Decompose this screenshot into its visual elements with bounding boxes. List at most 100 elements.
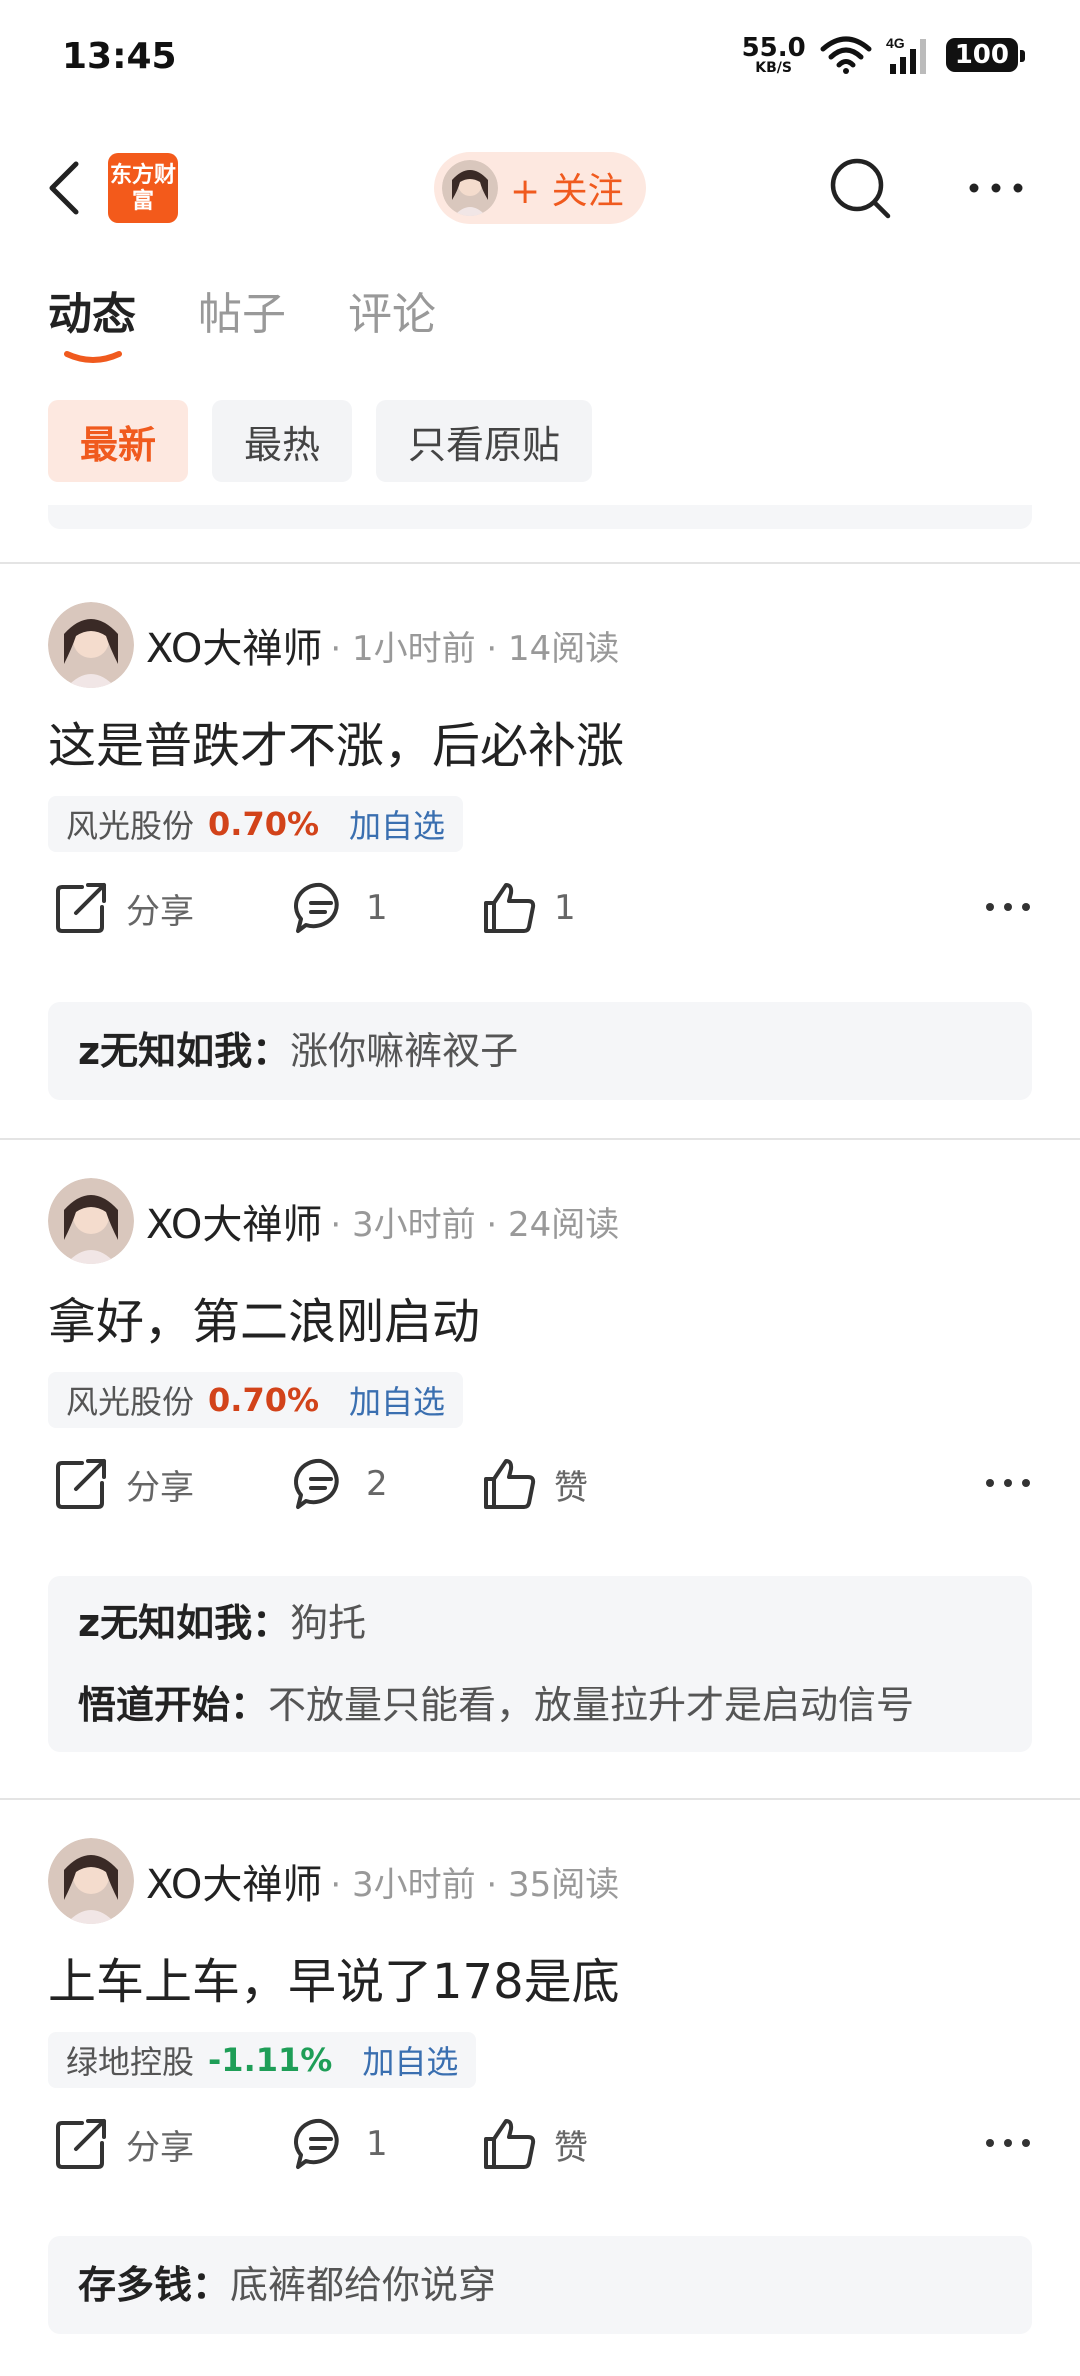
logo-text: 东方财富	[109, 163, 176, 214]
post-meta: · 3小时前 · 35阅读	[330, 1864, 620, 1905]
like-button[interactable]: 赞	[480, 1444, 588, 1524]
profile-tabs: 动态 帖子 评论	[48, 278, 436, 363]
post-header: XO大禅师 · 1小时前 · 14阅读	[48, 602, 619, 688]
stock-name: 风光股份	[66, 1383, 195, 1421]
status-time: 13:45	[62, 36, 177, 77]
post-card[interactable]: XO大禅师 · 3小时前 · 35阅读 上车上车，早说了178是底 绿地控股 -…	[0, 1800, 1080, 2376]
search-icon[interactable]	[828, 156, 894, 222]
share-icon	[56, 1459, 106, 1509]
post-meta: · 3小时前 · 24阅读	[330, 1204, 620, 1245]
post-actions: 分享 1 1	[0, 868, 1080, 948]
author-name[interactable]: XO大禅师	[146, 616, 322, 674]
thumbs-up-icon	[484, 883, 536, 933]
comment-count: 2	[366, 1464, 388, 1504]
like-button[interactable]: 赞	[480, 2104, 588, 2184]
filter-hottest[interactable]: 最热	[212, 400, 353, 482]
filter-original-only[interactable]: 只看原贴	[376, 400, 593, 482]
wifi-icon	[820, 36, 872, 74]
comment-item: 存多钱：底裤都给你说穿	[78, 2244, 1002, 2326]
share-button[interactable]: 分享	[52, 1444, 194, 1524]
sort-filters: 最新 最热 只看原贴	[48, 400, 593, 482]
user-avatar-small	[442, 160, 498, 216]
post-content[interactable]: 这是普跌才不涨，后必补涨	[48, 706, 624, 776]
post-more-icon[interactable]	[984, 898, 1032, 916]
stock-name: 绿地控股	[66, 2043, 195, 2081]
status-bar: 13:45 55.0 KB/S 4G 100	[0, 0, 1080, 110]
post-card[interactable]: XO大禅师 · 3小时前 · 24阅读 拿好，第二浪刚启动 风光股份 0.70%…	[0, 1140, 1080, 1798]
comment-preview[interactable]: z无知如我：涨你嘛裤衩子	[48, 1002, 1032, 1100]
stock-tag[interactable]: 风光股份 0.70% 加自选	[48, 1372, 464, 1428]
previous-comment-box	[48, 505, 1032, 529]
author-avatar[interactable]	[48, 602, 134, 688]
post-meta: · 1小时前 · 14阅读	[330, 628, 620, 669]
comment-text: 涨你嘛裤衩子	[290, 1029, 519, 1073]
comment-preview[interactable]: 存多钱：底裤都给你说穿	[48, 2236, 1032, 2334]
comment-icon	[294, 882, 339, 933]
back-arrow-icon[interactable]	[42, 158, 86, 218]
more-options-icon[interactable]	[966, 178, 1026, 198]
stock-change: -1.11%	[208, 2041, 333, 2079]
comment-count: 1	[366, 2124, 388, 2164]
post-actions: 分享 1 赞	[0, 2104, 1080, 2184]
comment-button[interactable]: 1	[292, 2104, 388, 2184]
comment-user[interactable]: z无知如我：	[78, 1601, 290, 1645]
stock-tag[interactable]: 风光股份 0.70% 加自选	[48, 796, 464, 852]
post-more-icon[interactable]	[984, 2134, 1032, 2152]
stock-change: 0.70%	[208, 1381, 320, 1419]
post-actions: 分享 2 赞	[0, 1444, 1080, 1524]
comment-user[interactable]: 悟道开始：	[78, 1683, 268, 1727]
stock-name: 风光股份	[66, 807, 195, 845]
post-more-icon[interactable]	[984, 1474, 1032, 1492]
tab-dynamic[interactable]: 动态	[48, 278, 136, 363]
like-count: 1	[554, 888, 576, 928]
follow-button[interactable]: + 关注	[434, 152, 646, 224]
comment-item: z无知如我：狗托	[78, 1582, 1002, 1664]
comment-user[interactable]: z无知如我：	[78, 1029, 290, 1073]
thumbs-up-icon	[484, 2119, 536, 2169]
comment-item: z无知如我：涨你嘛裤衩子	[78, 1010, 1002, 1092]
add-watchlist-button[interactable]: 加自选	[349, 1377, 445, 1423]
eastmoney-logo: 东方财富	[108, 153, 178, 223]
status-indicators: 55.0 KB/S 4G 100	[742, 34, 1026, 76]
share-icon	[56, 883, 106, 933]
share-button[interactable]: 分享	[52, 868, 194, 948]
comment-user[interactable]: 存多钱：	[78, 2263, 230, 2307]
network-speed: 55.0 KB/S	[742, 35, 806, 75]
comment-text: 狗托	[290, 1601, 367, 1645]
comment-preview[interactable]: z无知如我：狗托 悟道开始：不放量只能看，放量拉升才是启动信号	[48, 1576, 1032, 1752]
like-button[interactable]: 1	[480, 868, 576, 948]
tab-posts[interactable]: 帖子	[198, 278, 286, 342]
comment-text: 底裤都给你说穿	[230, 2263, 497, 2307]
share-label: 分享	[126, 1467, 194, 1508]
post-card[interactable]: XO大禅师 · 1小时前 · 14阅读 这是普跌才不涨，后必补涨 风光股份 0.…	[0, 564, 1080, 1138]
share-icon	[56, 2119, 106, 2169]
battery-indicator: 100	[945, 38, 1026, 72]
filter-latest[interactable]: 最新	[48, 400, 189, 482]
signal-type-label: 4G	[886, 35, 905, 51]
author-avatar[interactable]	[48, 1838, 134, 1924]
post-header: XO大禅师 · 3小时前 · 35阅读	[48, 1838, 619, 1924]
stock-tag[interactable]: 绿地控股 -1.11% 加自选	[48, 2032, 477, 2088]
network-speed-value: 55.0	[741, 33, 806, 63]
comment-item: 悟道开始：不放量只能看，放量拉升才是启动信号	[78, 1664, 1002, 1746]
tab-label: 动态	[48, 289, 136, 340]
comment-button[interactable]: 1	[292, 868, 388, 948]
post-header: XO大禅师 · 3小时前 · 24阅读	[48, 1178, 619, 1264]
author-name[interactable]: XO大禅师	[146, 1192, 322, 1250]
like-label: 赞	[554, 2127, 588, 2168]
author-avatar[interactable]	[48, 1178, 134, 1264]
comment-count: 1	[366, 888, 388, 928]
thumbs-up-icon	[484, 1459, 536, 1509]
add-watchlist-button[interactable]: 加自选	[362, 2037, 458, 2083]
post-content[interactable]: 上车上车，早说了178是底	[48, 1942, 620, 2012]
share-button[interactable]: 分享	[52, 2104, 194, 2184]
tab-comments[interactable]: 评论	[348, 278, 436, 342]
comment-icon	[294, 2118, 339, 2169]
add-watchlist-button[interactable]: 加自选	[349, 801, 445, 847]
author-name[interactable]: XO大禅师	[146, 1852, 322, 1910]
post-content[interactable]: 拿好，第二浪刚启动	[48, 1282, 480, 1352]
comment-button[interactable]: 2	[292, 1444, 388, 1524]
active-tab-indicator	[64, 351, 122, 363]
comment-icon	[294, 1458, 339, 1509]
cellular-signal-icon: 4G	[886, 35, 926, 74]
